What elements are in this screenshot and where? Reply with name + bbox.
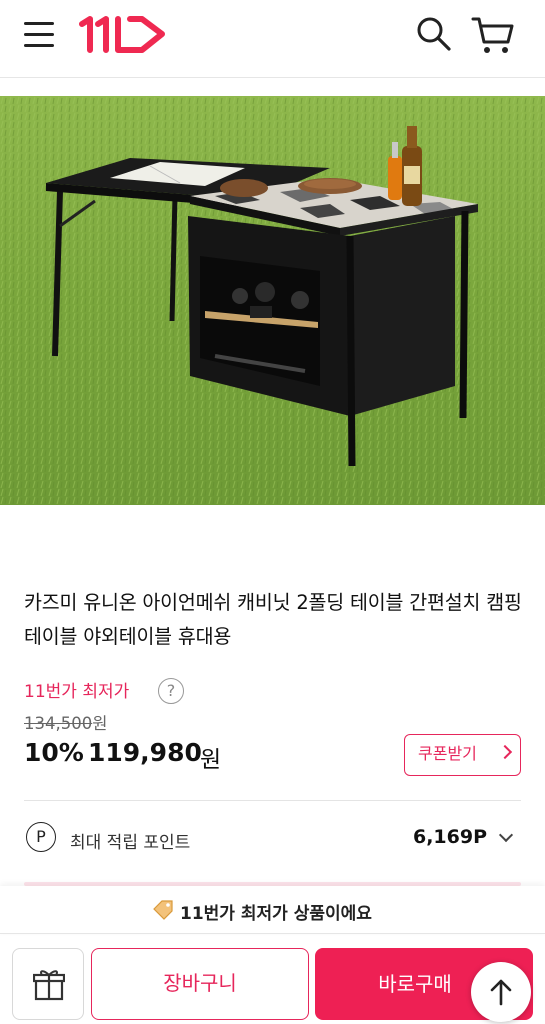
original-price-value: 134,500 (24, 714, 93, 733)
discount-rate: 10% (24, 738, 84, 767)
point-value: 6,169P (412, 826, 487, 848)
hamburger-icon[interactable] (22, 18, 58, 52)
sale-price: 119,980 (88, 738, 202, 767)
coupon-button[interactable]: 쿠폰받기 (404, 734, 521, 776)
point-label: 최대 적립 포인트 (70, 833, 191, 853)
chevron-right-icon (497, 744, 513, 760)
top-header (0, 0, 545, 78)
search-icon[interactable] (414, 14, 454, 54)
cart-icon[interactable] (470, 14, 516, 56)
arrow-up-icon (490, 979, 512, 1006)
scroll-to-top-button[interactable] (471, 962, 531, 1022)
bottom-action-bar: 장바구니 바로구매 (0, 936, 545, 1024)
price-tag-icon (153, 900, 173, 920)
point-icon: P (26, 822, 56, 852)
original-price-unit: 원 (92, 714, 108, 733)
coupon-button-label: 쿠폰받기 (418, 744, 477, 763)
divider (24, 800, 521, 801)
product-title: 카즈미 유니온 아이언메쉬 캐비닛 2폴딩 테이블 간편설치 캠핑테이블 야외테… (24, 591, 522, 648)
chevron-down-icon (498, 827, 514, 843)
help-icon[interactable]: ? (158, 678, 184, 704)
banner-text: 11번가 최저가 상품이에요 (180, 904, 372, 924)
original-price: 134,500원 (24, 710, 107, 734)
11st-logo[interactable] (78, 14, 168, 54)
max-point-row[interactable]: P 최대 적립 포인트 6,169P (24, 818, 521, 862)
lowest-price-label: 11번가 최저가 (24, 682, 130, 702)
gift-button[interactable] (12, 948, 84, 1020)
gift-icon (33, 970, 65, 1001)
add-to-cart-button[interactable]: 장바구니 (91, 948, 309, 1020)
lowest-price-banner: 11번가 최저가 상품이에요 (0, 886, 545, 934)
sale-price-unit: 원 (200, 747, 222, 773)
product-image[interactable] (0, 96, 545, 505)
